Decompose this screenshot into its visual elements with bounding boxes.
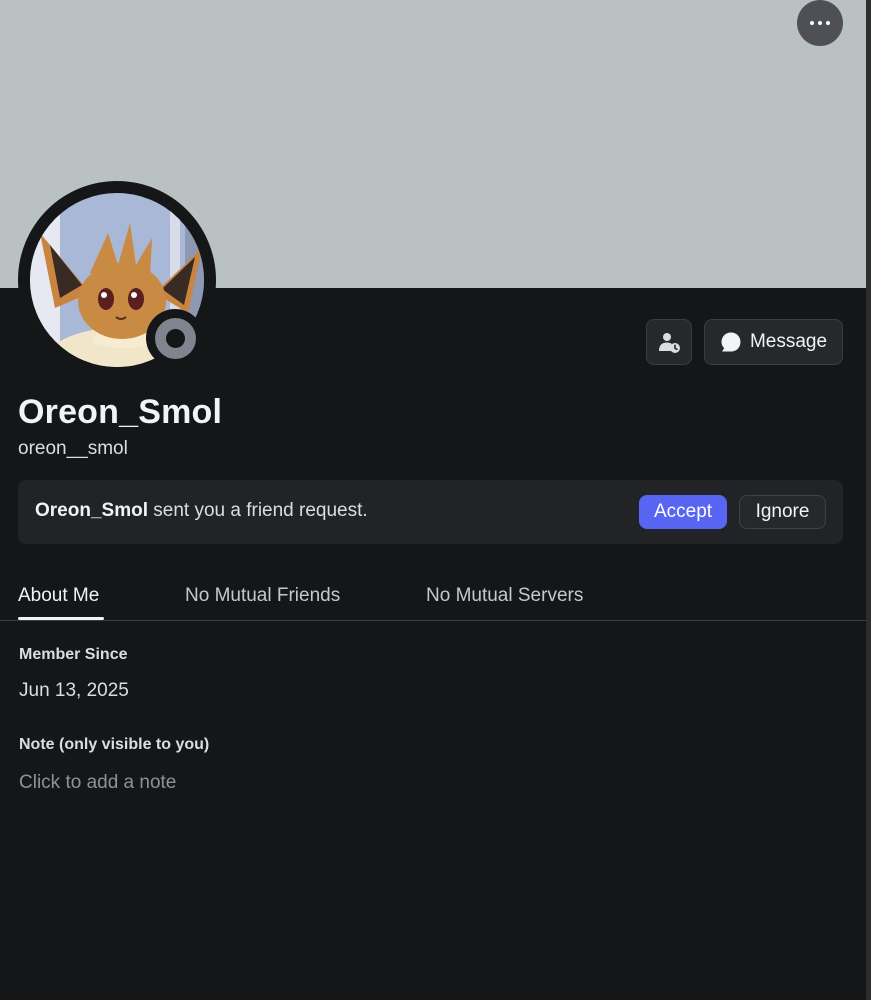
username: oreon__smol — [18, 438, 128, 459]
member-since-title: Member Since — [19, 646, 128, 663]
friend-request-card: Oreon_Smol sent you a friend request. Ac… — [18, 480, 843, 544]
message-button-label: Message — [749, 331, 828, 352]
member-since-value: Jun 13, 2025 — [19, 680, 129, 701]
offline-status-icon — [154, 317, 196, 359]
chat-bubble-icon — [721, 332, 741, 352]
more-options-button[interactable] — [797, 0, 843, 46]
pending-friend-request-icon — [659, 333, 680, 353]
note-title: Note (only visible to you) — [19, 736, 210, 753]
accept-button[interactable]: Accept — [639, 495, 727, 529]
message-button[interactable]: Message — [704, 319, 843, 365]
status-indicator — [146, 309, 204, 367]
friend-request-sender: Oreon_Smol — [35, 500, 148, 521]
more-horizontal-icon — [810, 21, 830, 25]
user-profile-panel: Message Oreon_Smol oreon__smol Oreon_Smo… — [0, 0, 866, 1000]
tabs-divider — [0, 620, 866, 621]
pending-friend-request-button[interactable] — [646, 319, 692, 365]
tab-mutual-servers[interactable]: No Mutual Servers — [426, 585, 583, 607]
window-edge — [866, 0, 871, 1000]
note-input[interactable] — [19, 770, 419, 796]
friend-request-text: Oreon_Smol sent you a friend request. — [35, 500, 368, 522]
friend-request-message: sent you a friend request. — [153, 500, 368, 521]
ignore-button[interactable]: Ignore — [739, 495, 826, 529]
display-name: Oreon_Smol — [18, 393, 223, 431]
tab-mutual-friends[interactable]: No Mutual Friends — [185, 585, 340, 607]
tab-about-me[interactable]: About Me — [18, 585, 99, 607]
